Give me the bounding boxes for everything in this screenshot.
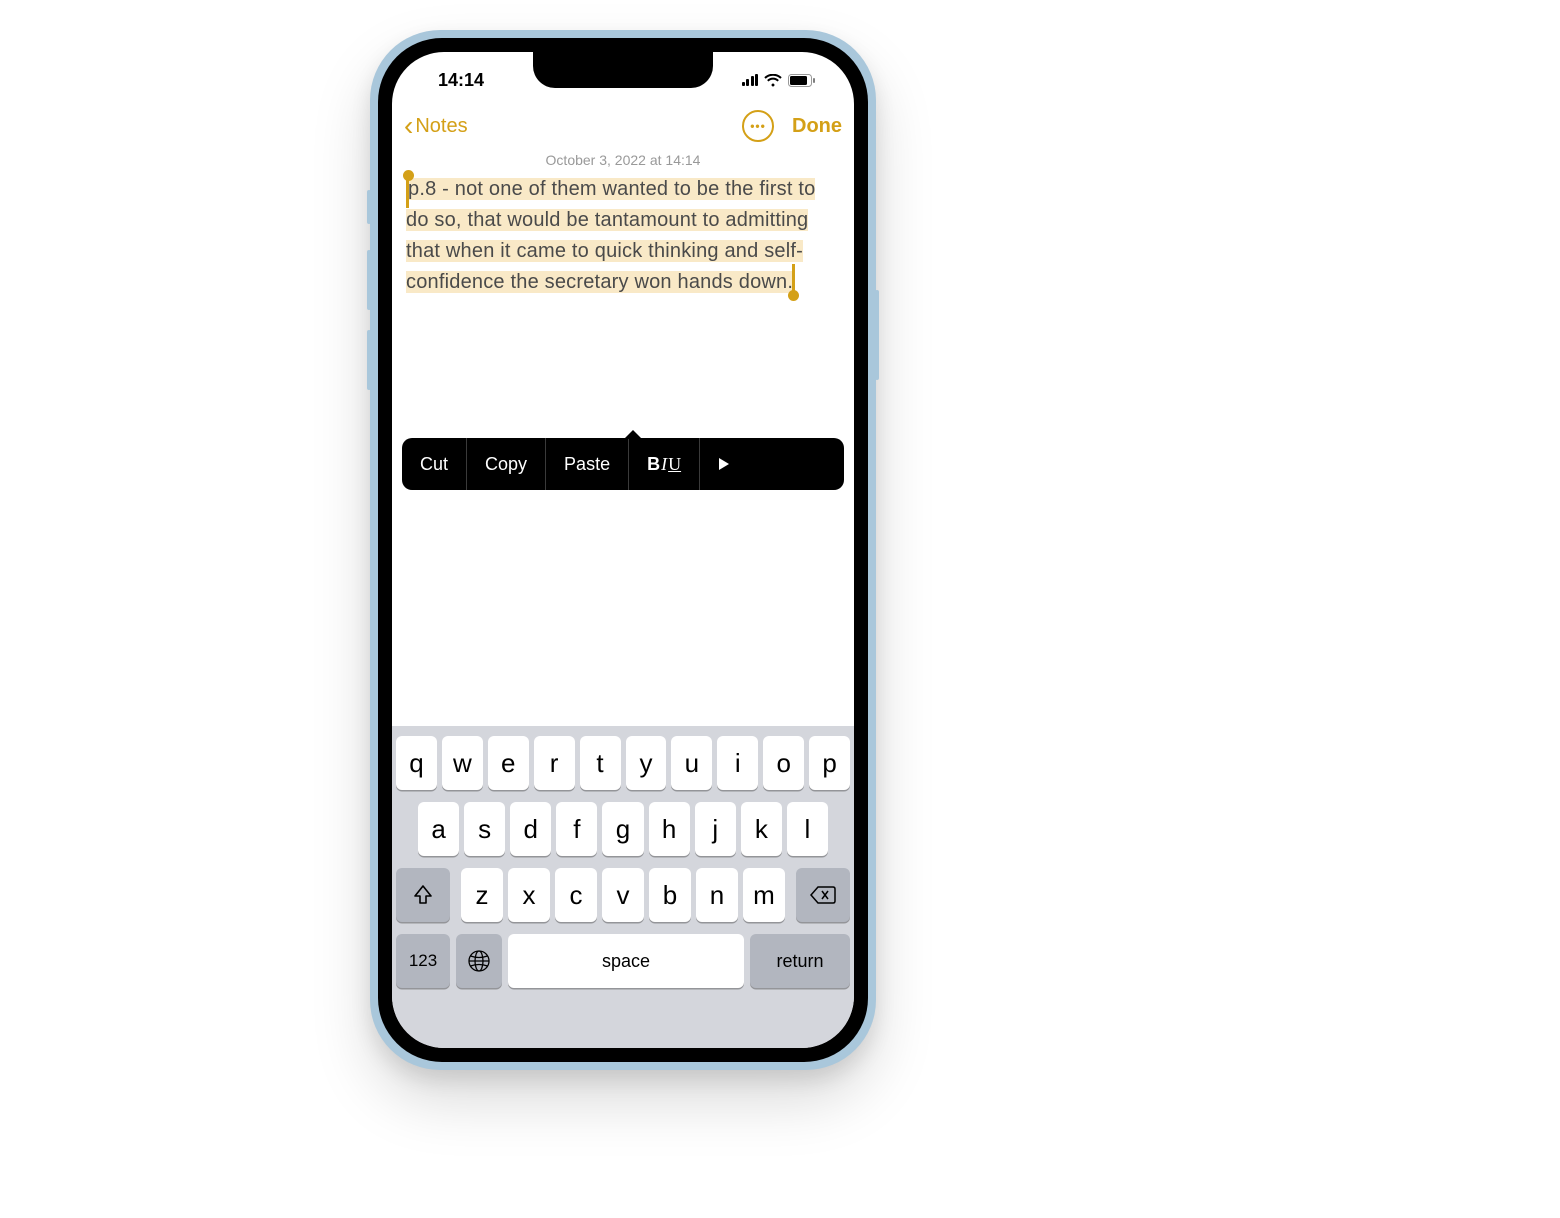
key-x[interactable]: x (508, 868, 550, 922)
key-g[interactable]: g (602, 802, 643, 856)
more-options-button[interactable]: ••• (742, 110, 774, 142)
note-timestamp: October 3, 2022 at 14:14 (392, 152, 854, 168)
numbers-key[interactable]: 123 (396, 934, 450, 988)
key-p[interactable]: p (809, 736, 850, 790)
mute-switch (367, 190, 371, 224)
paste-menu-item[interactable]: Paste (546, 438, 629, 490)
key-c[interactable]: c (555, 868, 597, 922)
backspace-icon (810, 885, 836, 905)
chevron-left-icon: ‹ (404, 112, 413, 140)
globe-icon (467, 949, 491, 973)
key-q[interactable]: q (396, 736, 437, 790)
selection-caret-end (792, 264, 795, 292)
done-button[interactable]: Done (792, 115, 842, 138)
phone-frame: 14:14 ‹ Notes (370, 30, 876, 1070)
cellular-signal-icon (742, 74, 759, 86)
format-menu-item[interactable]: BIU (629, 438, 700, 490)
key-u[interactable]: u (671, 736, 712, 790)
key-h[interactable]: h (649, 802, 690, 856)
key-o[interactable]: o (763, 736, 804, 790)
key-s[interactable]: s (464, 802, 505, 856)
key-e[interactable]: e (488, 736, 529, 790)
wifi-icon (764, 74, 782, 87)
key-j[interactable]: j (695, 802, 736, 856)
selection-handle-start[interactable] (403, 170, 414, 181)
copy-menu-item[interactable]: Copy (467, 438, 546, 490)
key-v[interactable]: v (602, 868, 644, 922)
key-k[interactable]: k (741, 802, 782, 856)
key-a[interactable]: a (418, 802, 459, 856)
key-z[interactable]: z (461, 868, 503, 922)
shift-key[interactable] (396, 868, 450, 922)
battery-icon (788, 74, 816, 87)
nav-bar: ‹ Notes ••• Done (392, 102, 854, 150)
cut-menu-item[interactable]: Cut (402, 438, 467, 490)
space-key[interactable]: space (508, 934, 744, 988)
keyboard: qwertyuiop asdfghjkl zxcvbnm 123 (392, 726, 854, 1048)
key-y[interactable]: y (626, 736, 667, 790)
text-context-menu: Cut Copy Paste BIU (402, 438, 844, 490)
bold-icon: B (647, 454, 660, 475)
key-i[interactable]: i (717, 736, 758, 790)
selection-caret-start (406, 180, 409, 208)
key-d[interactable]: d (510, 802, 551, 856)
return-key[interactable]: return (750, 934, 850, 988)
status-time: 14:14 (420, 64, 484, 91)
italic-icon: I (661, 454, 667, 475)
key-m[interactable]: m (743, 868, 785, 922)
key-t[interactable]: t (580, 736, 621, 790)
menu-arrow-icon (624, 430, 642, 439)
status-icons (742, 68, 827, 87)
selected-text[interactable]: p.8 - not one of them wanted to be the f… (406, 178, 815, 293)
back-button[interactable]: ‹ Notes (404, 112, 468, 140)
power-button (875, 290, 879, 380)
note-content: p.8 - not one of them wanted to be the f… (406, 178, 815, 293)
volume-down (367, 330, 371, 390)
key-b[interactable]: b (649, 868, 691, 922)
backspace-key[interactable] (796, 868, 850, 922)
back-label: Notes (415, 115, 467, 138)
key-f[interactable]: f (556, 802, 597, 856)
key-l[interactable]: l (787, 802, 828, 856)
selection-handle-end[interactable] (788, 290, 799, 301)
screen: 14:14 ‹ Notes (392, 52, 854, 1048)
key-n[interactable]: n (696, 868, 738, 922)
note-editor[interactable]: p.8 - not one of them wanted to be the f… (392, 168, 854, 298)
notch (533, 52, 713, 88)
globe-key[interactable] (456, 934, 502, 988)
triangle-right-icon (718, 457, 730, 471)
more-menu-item[interactable] (700, 438, 748, 490)
underline-icon: U (668, 454, 681, 475)
phone-bezel: 14:14 ‹ Notes (378, 38, 868, 1062)
key-r[interactable]: r (534, 736, 575, 790)
shift-icon (412, 884, 434, 906)
key-w[interactable]: w (442, 736, 483, 790)
volume-up (367, 250, 371, 310)
